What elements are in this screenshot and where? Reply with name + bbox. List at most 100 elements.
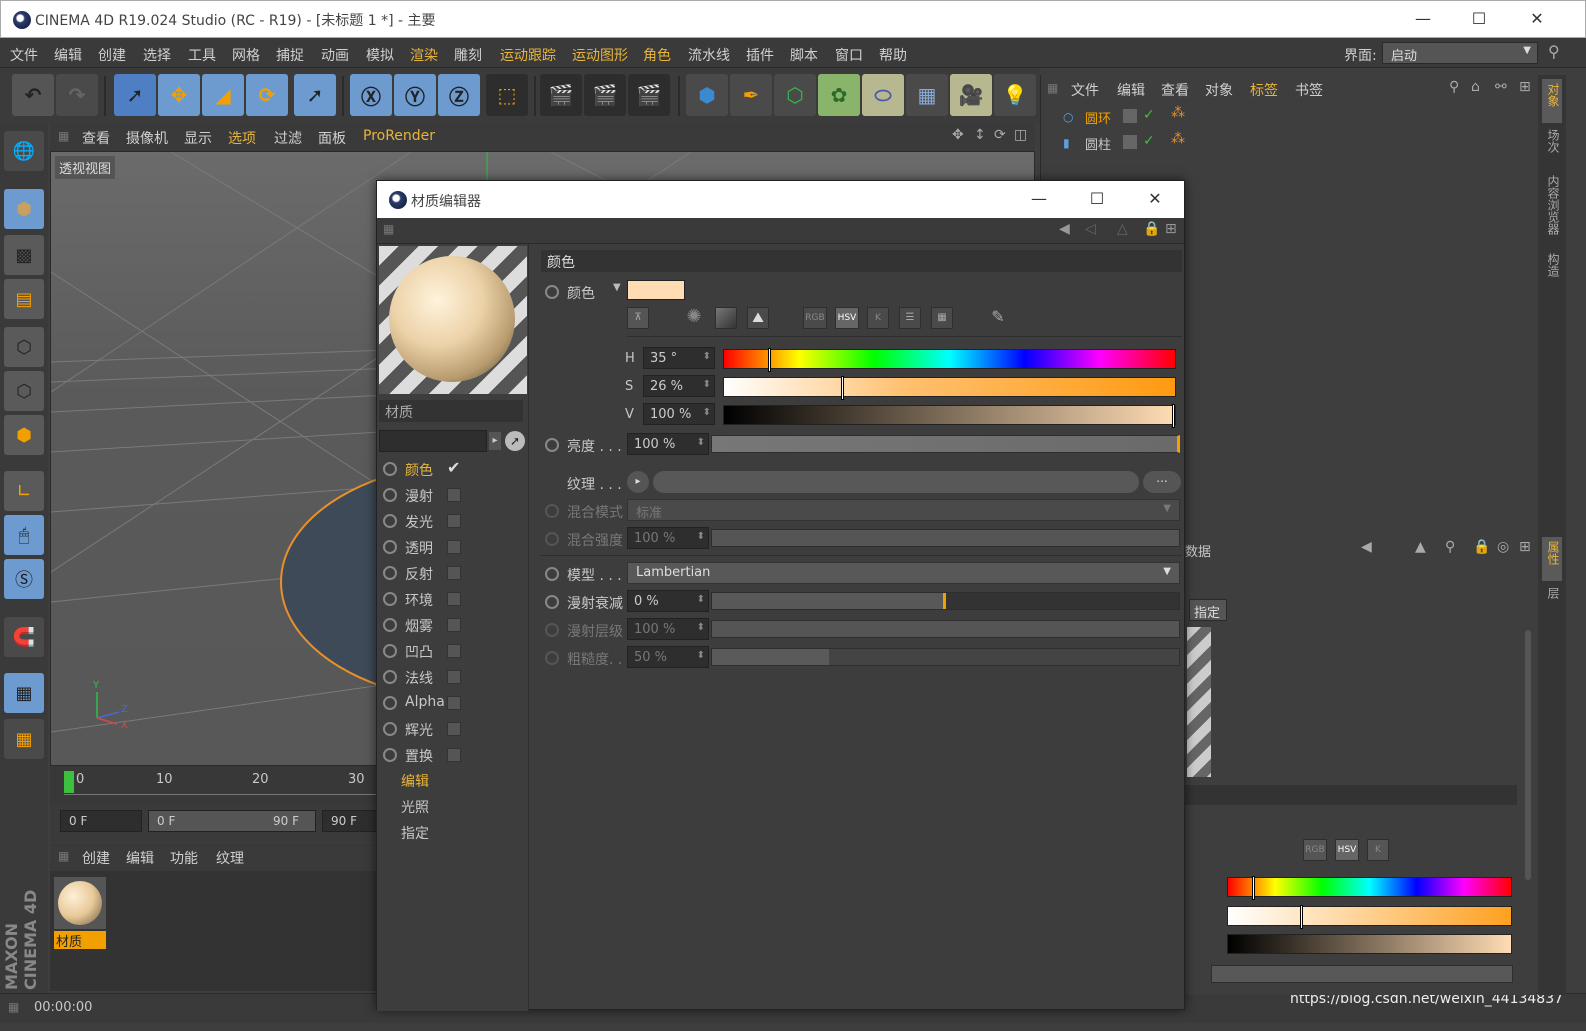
- rotate-button[interactable]: ⟳: [246, 74, 288, 116]
- cloner-button[interactable]: ✿: [818, 74, 860, 116]
- object-row[interactable]: ○ 圆环 ✓ ⁂: [1041, 105, 1535, 129]
- rgb-button[interactable]: RGB: [1303, 839, 1327, 861]
- link-illumination[interactable]: 光照: [401, 797, 429, 817]
- blend-mode-dropdown[interactable]: 标准 ▼: [627, 499, 1180, 521]
- channel-radio[interactable]: [383, 618, 397, 632]
- move-view-icon[interactable]: ✥: [952, 127, 964, 143]
- hue-input[interactable]: 35 °: [643, 347, 715, 369]
- layout-dropdown[interactable]: 启动 ▼: [1382, 42, 1538, 64]
- texture-browse-button[interactable]: ...: [1143, 471, 1181, 493]
- workplane-mode-button[interactable]: ▤: [4, 279, 44, 319]
- menu-help[interactable]: 帮助: [879, 45, 907, 65]
- roughness-radio[interactable]: [545, 651, 559, 665]
- menu-motion-tracking[interactable]: 运动跟踪: [500, 45, 556, 65]
- channel-normal[interactable]: 法线: [381, 665, 525, 689]
- diffuse-falloff-slider[interactable]: [711, 592, 1180, 610]
- subdivision-button[interactable]: ⬡: [774, 74, 816, 116]
- grip-icon[interactable]: ▦: [58, 849, 69, 863]
- live-selection-button[interactable]: ➚: [114, 74, 156, 116]
- make-editable-button[interactable]: 🌐: [4, 131, 44, 171]
- solo-mode-button[interactable]: Ⓢ: [4, 559, 44, 599]
- channel-luminance[interactable]: 发光: [381, 509, 525, 533]
- saturation-slider[interactable]: [1227, 905, 1512, 929]
- editor-visibility-icon[interactable]: [1123, 135, 1137, 149]
- menu-script[interactable]: 脚本: [790, 45, 818, 65]
- coordinate-system-button[interactable]: ⬚: [486, 74, 528, 116]
- frame-range-slider[interactable]: 0 F 90 F: [148, 810, 316, 832]
- grip-icon[interactable]: ▦: [383, 222, 394, 236]
- channel-radio[interactable]: [383, 566, 397, 580]
- channel-checkbox-checked[interactable]: ✔: [447, 458, 461, 477]
- up-arrow-icon[interactable]: ▲: [1415, 539, 1426, 555]
- color-radio[interactable]: [545, 285, 559, 299]
- eyedropper-screen-icon[interactable]: ⊼: [627, 307, 649, 329]
- channel-radio[interactable]: [383, 696, 397, 710]
- viewport-menu-cameras[interactable]: 摄像机: [126, 128, 168, 148]
- channel-environment[interactable]: 环境: [381, 587, 525, 611]
- axis-mode-button[interactable]: ∟: [4, 471, 44, 511]
- lock-icon[interactable]: 🔒: [1143, 221, 1160, 237]
- channel-transparency[interactable]: 透明: [381, 535, 525, 559]
- timeline[interactable]: 0 10 20 30: [50, 766, 380, 804]
- maximize-button[interactable]: ☐: [1469, 9, 1489, 29]
- channel-alpha[interactable]: Alpha: [381, 691, 525, 715]
- material-menu-texture[interactable]: 纹理: [216, 848, 244, 868]
- diffuse-falloff-radio[interactable]: [545, 595, 559, 609]
- link-editor[interactable]: 编辑: [401, 771, 429, 791]
- deformer-button[interactable]: ⬭: [862, 74, 904, 116]
- material-link-field[interactable]: [379, 430, 487, 452]
- channel-radio[interactable]: [383, 462, 397, 476]
- mixer-icon[interactable]: ☰: [899, 307, 921, 329]
- search-icon[interactable]: ⚲: [1548, 42, 1560, 61]
- expand-arrow-icon[interactable]: ▸: [489, 432, 501, 450]
- viewport-menu-view[interactable]: 查看: [82, 128, 110, 148]
- material-preview[interactable]: [379, 246, 527, 394]
- playhead[interactable]: [64, 771, 74, 793]
- search-icon[interactable]: ⚲: [1449, 79, 1459, 95]
- viewport-menu-panel[interactable]: 面板: [318, 128, 346, 148]
- channel-checkbox[interactable]: [447, 644, 461, 658]
- saturation-slider-handle[interactable]: [841, 376, 844, 400]
- new-panel-icon[interactable]: ⊞: [1519, 79, 1531, 95]
- swatches-icon[interactable]: ▦: [931, 307, 953, 329]
- workplane-lock-button[interactable]: ▦: [4, 673, 44, 713]
- new-panel-icon[interactable]: ⊞: [1519, 539, 1531, 555]
- menu-animate[interactable]: 动画: [321, 45, 349, 65]
- kelvin-button[interactable]: K: [1367, 839, 1389, 861]
- channel-radio[interactable]: [383, 592, 397, 606]
- menu-sculpt[interactable]: 雕刻: [454, 45, 482, 65]
- polygons-mode-button[interactable]: ⬢: [4, 415, 44, 455]
- start-frame-field[interactable]: 0 F: [60, 810, 142, 832]
- pen-button[interactable]: ✒: [730, 74, 772, 116]
- saturation-slider[interactable]: [723, 376, 1176, 400]
- move-button[interactable]: ✥: [158, 74, 200, 116]
- floor-button[interactable]: ▦: [906, 74, 948, 116]
- cube-button[interactable]: ⬢: [686, 74, 728, 116]
- menu-edit[interactable]: 编辑: [54, 45, 82, 65]
- menu-simulate[interactable]: 模拟: [366, 45, 394, 65]
- hue-slider[interactable]: [723, 348, 1176, 372]
- forward-arrow-icon[interactable]: ◁: [1085, 221, 1096, 237]
- diffuse-level-radio[interactable]: [545, 623, 559, 637]
- brightness-input[interactable]: 100 %: [627, 433, 709, 455]
- channel-checkbox[interactable]: [447, 618, 461, 632]
- object-row[interactable]: ▮ 圆柱 ✓ ⁂: [1041, 131, 1535, 155]
- channel-glow[interactable]: 辉光: [381, 717, 525, 741]
- model-mode-button[interactable]: ⬢: [4, 189, 44, 229]
- viewport-menu-display[interactable]: 显示: [184, 128, 212, 148]
- channel-radio[interactable]: [383, 514, 397, 528]
- enabled-check-icon[interactable]: ✓: [1143, 133, 1155, 149]
- tab-structure[interactable]: 构造: [1542, 249, 1562, 293]
- channel-reflectance[interactable]: 反射: [381, 561, 525, 585]
- material-menu-function[interactable]: 功能: [170, 848, 198, 868]
- tab-attributes[interactable]: 属性: [1542, 537, 1562, 581]
- material-name-field[interactable]: 材质: [379, 400, 523, 422]
- tab-layers[interactable]: 层: [1542, 583, 1562, 611]
- blend-strength-radio[interactable]: [545, 532, 559, 546]
- light-button[interactable]: 💡: [994, 74, 1036, 116]
- minimize-button[interactable]: —: [1413, 9, 1433, 29]
- channel-radio[interactable]: [383, 644, 397, 658]
- channel-checkbox[interactable]: [447, 514, 461, 528]
- material-editor-title-bar[interactable]: 材质编辑器 — ☐ ✕: [377, 181, 1184, 218]
- menu-file[interactable]: 文件: [10, 45, 38, 65]
